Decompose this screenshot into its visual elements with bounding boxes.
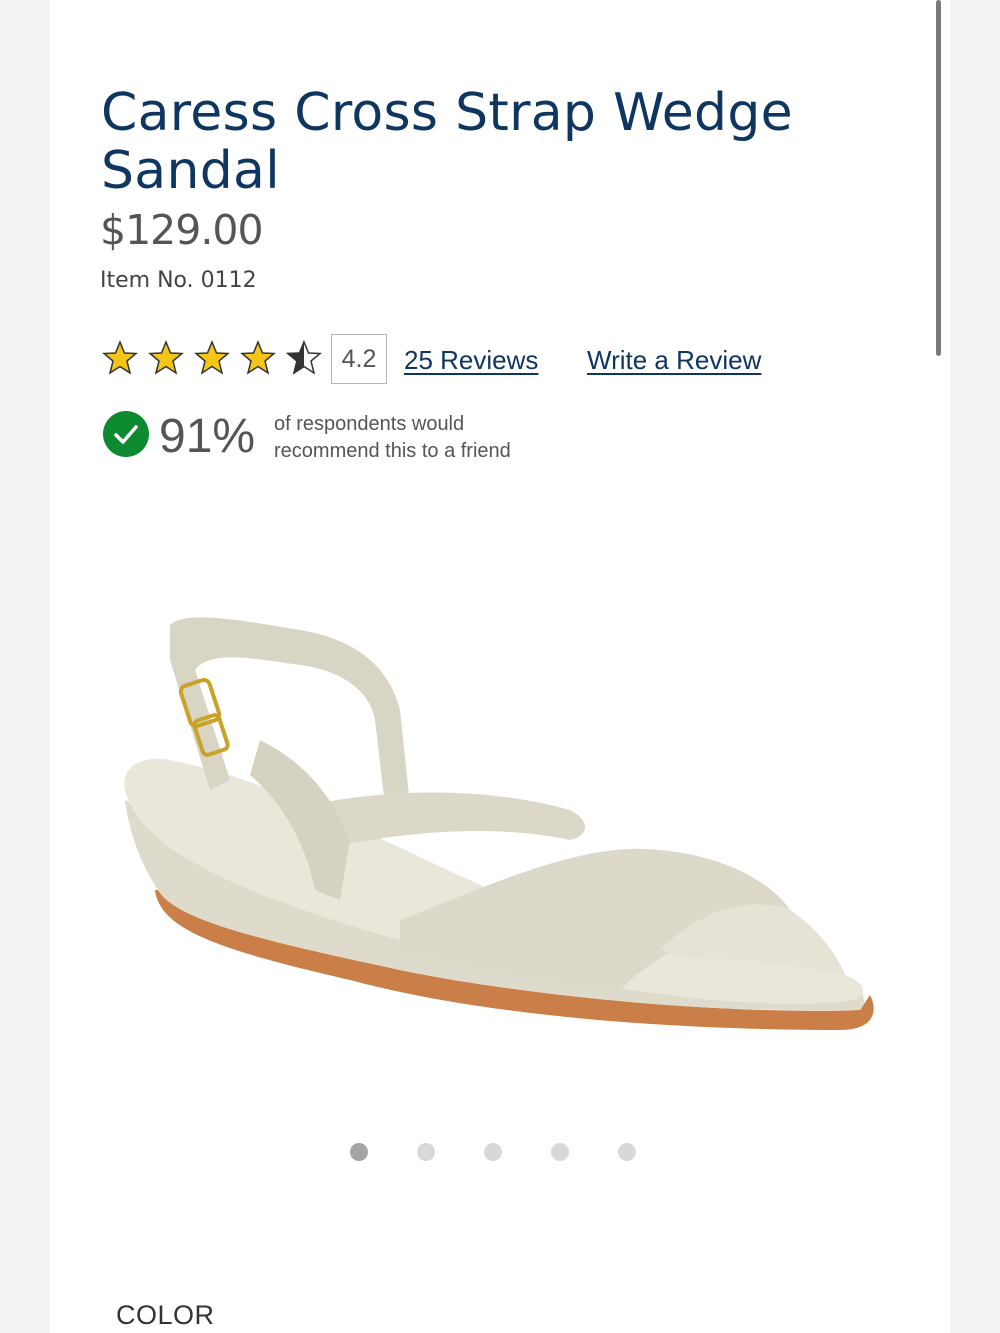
gallery-dot-3[interactable] — [484, 1143, 502, 1161]
gallery-dot-1[interactable] — [350, 1143, 368, 1161]
reviews-link[interactable]: 25 Reviews — [404, 345, 538, 376]
gallery-dot-4[interactable] — [551, 1143, 569, 1161]
star-partial-icon — [286, 340, 322, 375]
star-icon — [148, 340, 184, 375]
product-title: Caress Cross Strap Wedge Sandal — [101, 83, 793, 201]
recommend-percent: 91% — [159, 410, 256, 463]
gallery-dot-5[interactable] — [618, 1143, 636, 1161]
recommend-text: of respondents would recommend this to a… — [274, 413, 511, 462]
star-rating[interactable] — [100, 338, 324, 378]
star-icon — [240, 340, 276, 375]
rating-score: 4.2 — [331, 334, 387, 384]
item-number: Item No. 0112 — [100, 268, 257, 293]
scrollbar[interactable] — [936, 0, 941, 356]
product-price: $129.00 — [100, 206, 264, 254]
star-icon — [102, 340, 138, 375]
product-image[interactable] — [100, 590, 900, 1080]
color-option-label: COLOR — [116, 1300, 215, 1330]
checkmark-icon — [103, 411, 149, 457]
write-review-link[interactable]: Write a Review — [587, 345, 761, 376]
gallery-dot-2[interactable] — [417, 1143, 435, 1161]
gallery-pagination — [350, 1143, 636, 1161]
star-icon — [194, 340, 230, 375]
